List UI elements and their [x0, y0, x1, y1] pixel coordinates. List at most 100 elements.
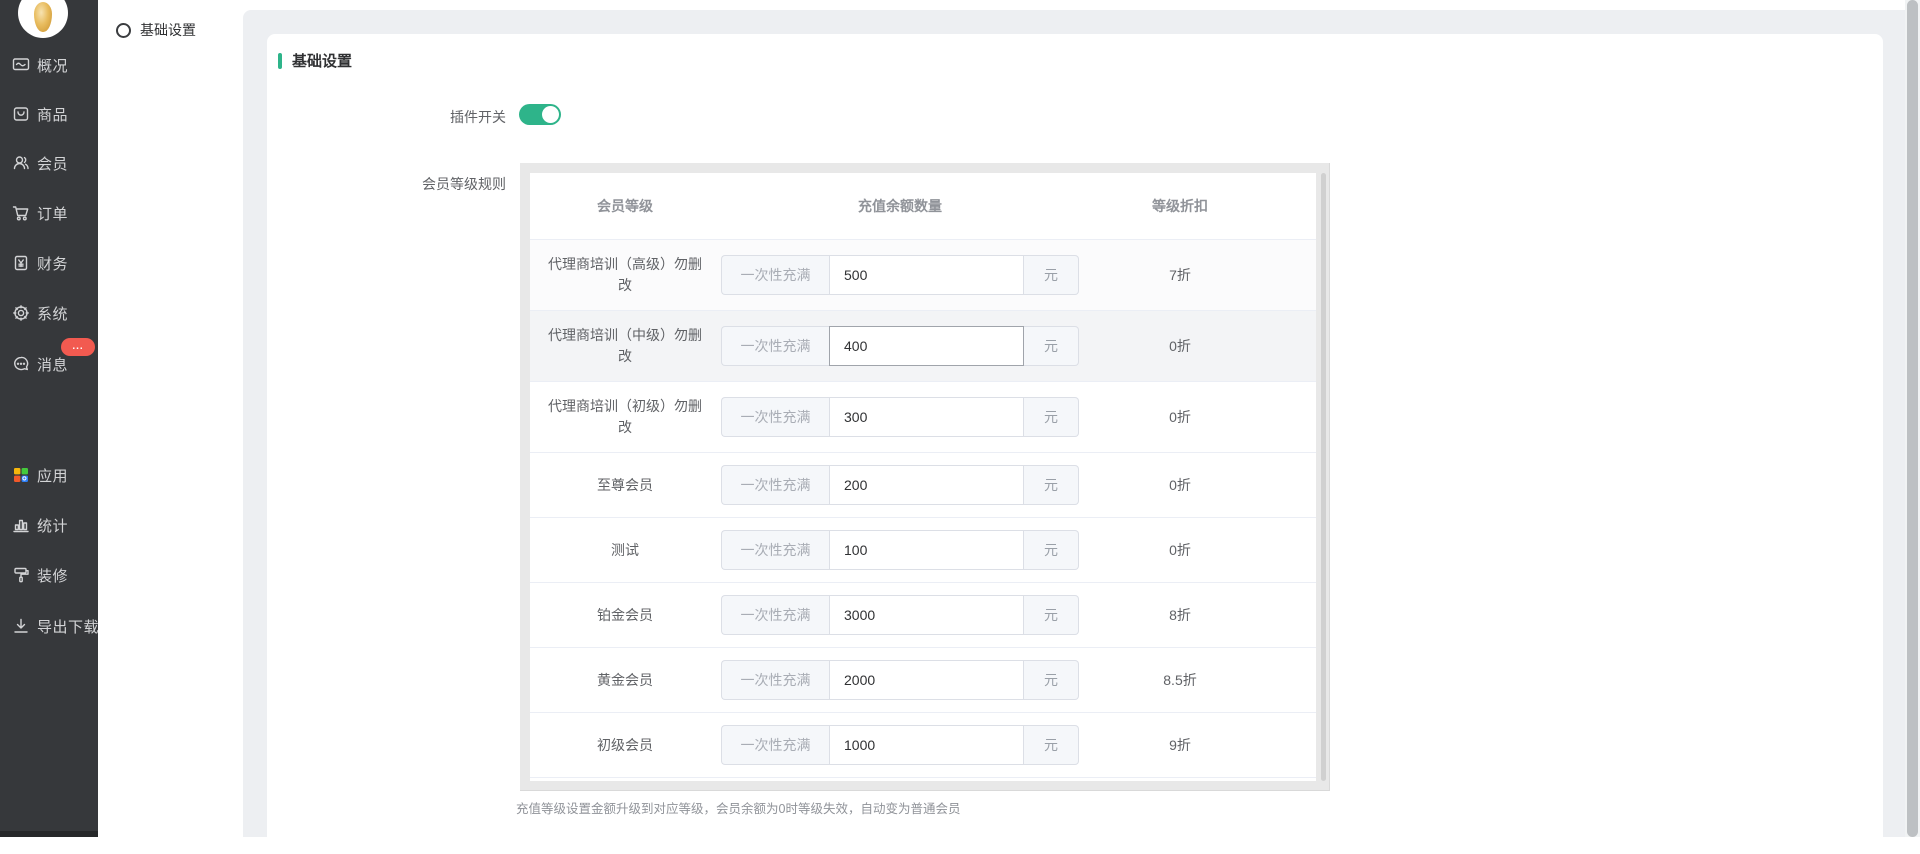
- page-title: 基础设置: [292, 50, 352, 71]
- table-row: 测试 一次性充满 元 0折: [530, 518, 1316, 583]
- message-badge: ...: [61, 338, 95, 356]
- level-discount-value: 0折: [1080, 475, 1280, 495]
- page-scrollbar[interactable]: [1905, 0, 1920, 837]
- amount-input[interactable]: [829, 465, 1024, 505]
- paint-roller-icon: [11, 565, 31, 585]
- finance-icon: [11, 253, 31, 273]
- table-scrollbar[interactable]: [1321, 173, 1326, 781]
- table-row: 代理商培训（高级）勿删改 一次性充满 元 7折: [530, 240, 1316, 311]
- amount-input[interactable]: [829, 660, 1024, 700]
- sidebar-item-decorate[interactable]: 装修: [0, 562, 98, 588]
- amount-cell: 一次性充满 元: [720, 660, 1080, 700]
- amount-cell: 一次性充满 元: [720, 326, 1080, 366]
- sidebar-item-overview[interactable]: 概况: [0, 52, 98, 78]
- goods-icon: [11, 104, 31, 124]
- member-level-name: 代理商培训（高级）勿删改: [530, 254, 720, 296]
- member-level-name: 至尊会员: [530, 475, 720, 496]
- dashboard-icon: [11, 55, 31, 75]
- apps-grid-icon: [11, 465, 31, 485]
- input-suffix-yuan: 元: [1024, 255, 1079, 295]
- input-suffix-yuan: 元: [1024, 725, 1079, 765]
- scrollbar-thumb[interactable]: [1907, 0, 1918, 837]
- input-suffix-yuan: 元: [1024, 660, 1079, 700]
- level-discount-value: 7折: [1080, 265, 1280, 285]
- sidebar-item-members[interactable]: 会员: [0, 150, 98, 176]
- table-row: 铂金会员 一次性充满 元 8折: [530, 583, 1316, 648]
- level-discount-value: 8.5折: [1080, 670, 1280, 690]
- sidebar-item-label: 订单: [37, 203, 68, 224]
- system-gear-icon: [11, 303, 31, 323]
- input-prefix-label: 一次性充满: [721, 326, 829, 366]
- table-row: 代理商培训（中级）勿删改 一次性充满 元 0折: [530, 311, 1316, 382]
- amount-cell: 一次性充满 元: [720, 255, 1080, 295]
- section-title: 基础设置: [278, 50, 352, 71]
- sidebar-item-label: 会员: [37, 153, 68, 174]
- sidebar-item-label: 商品: [37, 104, 68, 125]
- amount-input[interactable]: [829, 397, 1024, 437]
- input-prefix-label: 一次性充满: [721, 660, 829, 700]
- message-icon: [11, 354, 31, 374]
- sidebar-item-label: 财务: [37, 253, 68, 274]
- sidebar-item-finance[interactable]: 财务: [0, 250, 98, 276]
- avatar-image: [34, 2, 52, 32]
- member-level-name: 黄金会员: [530, 670, 720, 691]
- input-suffix-yuan: 元: [1024, 465, 1079, 505]
- sidebar-item-label: 统计: [37, 515, 68, 536]
- input-prefix-label: 一次性充满: [721, 530, 829, 570]
- stats-bars-icon: [11, 515, 31, 535]
- member-level-rules-label: 会员等级规则: [380, 174, 506, 194]
- table-row: 代理商培训（初级）勿删改 一次性充满 元 0折: [530, 382, 1316, 453]
- member-level-name: 代理商培训（初级）勿删改: [530, 396, 720, 438]
- toggle-knob: [542, 106, 559, 123]
- member-level-table: 会员等级 充值余额数量 等级折扣 代理商培训（高级）勿删改 一次性充满 元 7折…: [530, 173, 1316, 781]
- member-level-name: 代理商培训（中级）勿删改: [530, 325, 720, 367]
- sidebar-item-label: 导出下载: [37, 616, 99, 637]
- plugin-switch-toggle[interactable]: [519, 104, 561, 125]
- member-level-name: 初级会员: [530, 735, 720, 756]
- amount-cell: 一次性充满 元: [720, 465, 1080, 505]
- member-table-body: 代理商培训（高级）勿删改 一次性充满 元 7折 代理商培训（中级）勿删改 一次性…: [530, 240, 1316, 778]
- sidebar-item-orders[interactable]: 订单: [0, 200, 98, 226]
- amount-input-group: 一次性充满 元: [721, 397, 1079, 437]
- sidebar-item-label: 系统: [37, 303, 68, 324]
- submenu-panel: 基础设置: [98, 0, 243, 837]
- amount-cell: 一次性充满 元: [720, 530, 1080, 570]
- member-level-name: 测试: [530, 540, 720, 561]
- amount-input-group: 一次性充满 元: [721, 326, 1079, 366]
- amount-input[interactable]: [829, 255, 1024, 295]
- amount-input-group: 一次性充满 元: [721, 530, 1079, 570]
- level-discount-value: 0折: [1080, 336, 1280, 356]
- sidebar-item-stats[interactable]: 统计: [0, 512, 98, 538]
- amount-input[interactable]: [829, 595, 1024, 635]
- amount-input-group: 一次性充满 元: [721, 465, 1079, 505]
- amount-input-group: 一次性充满 元: [721, 255, 1079, 295]
- input-prefix-label: 一次性充满: [721, 255, 829, 295]
- avatar[interactable]: [18, 0, 68, 38]
- table-row: 至尊会员 一次性充满 元 0折: [530, 453, 1316, 518]
- radio-circle-icon: [116, 23, 131, 38]
- column-header-level: 会员等级: [530, 196, 720, 216]
- sidebar-item-export-download[interactable]: 导出下载: [0, 613, 98, 639]
- column-header-discount: 等级折扣: [1080, 196, 1280, 216]
- member-level-table-frame: 会员等级 充值余额数量 等级折扣 代理商培训（高级）勿删改 一次性充满 元 7折…: [520, 163, 1330, 791]
- amount-input[interactable]: [829, 326, 1024, 366]
- amount-input[interactable]: [829, 725, 1024, 765]
- plugin-switch-label: 插件开关: [380, 107, 506, 127]
- level-discount-value: 0折: [1080, 540, 1280, 560]
- amount-input-group: 一次性充满 元: [721, 660, 1079, 700]
- orders-icon: [11, 203, 31, 223]
- amount-input-group: 一次性充满 元: [721, 725, 1079, 765]
- table-header-row: 会员等级 充值余额数量 等级折扣: [530, 173, 1316, 240]
- members-icon: [11, 153, 31, 173]
- amount-cell: 一次性充满 元: [720, 595, 1080, 635]
- amount-input[interactable]: [829, 530, 1024, 570]
- download-icon: [11, 616, 31, 636]
- sidebar-item-label: 应用: [37, 465, 68, 486]
- sidebar-item-apps[interactable]: 应用: [0, 462, 98, 488]
- level-discount-value: 8折: [1080, 605, 1280, 625]
- table-row: 黄金会员 一次性充满 元 8.5折: [530, 648, 1316, 713]
- sidebar-item-system[interactable]: 系统: [0, 300, 98, 326]
- sidebar-item-goods[interactable]: 商品: [0, 101, 98, 127]
- table-footnote: 充值等级设置金额升级到对应等级，会员余额为0时等级失效，自动变为普通会员: [516, 798, 960, 817]
- submenu-item-basic-settings[interactable]: 基础设置: [116, 20, 196, 40]
